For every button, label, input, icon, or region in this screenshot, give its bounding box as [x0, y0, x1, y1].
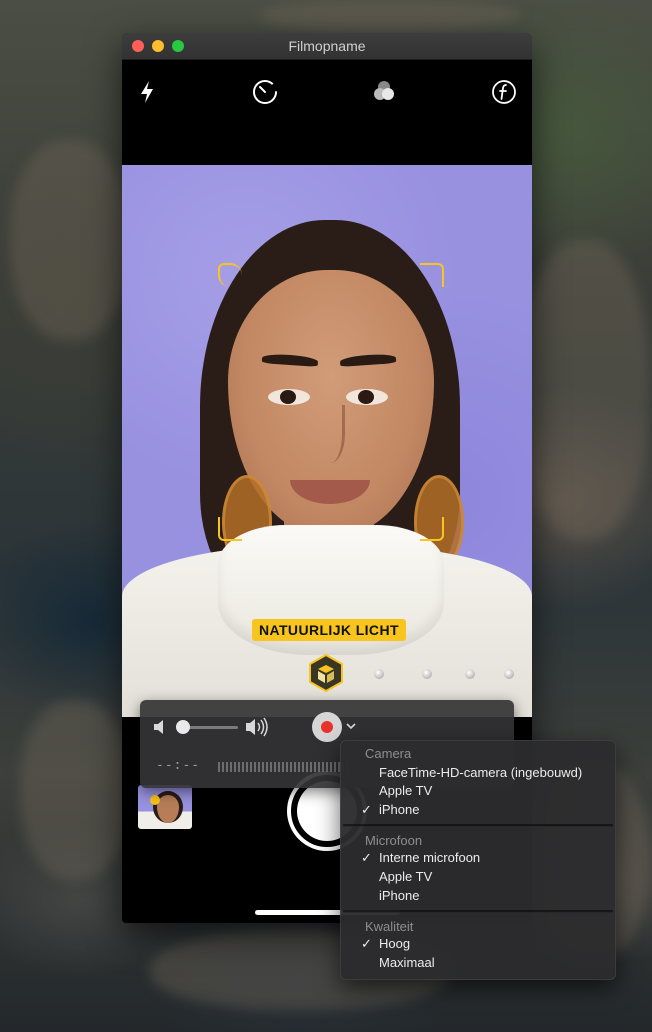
menu-header-quality: Kwaliteit [365, 919, 414, 934]
volume-slider-knob[interactable] [176, 720, 190, 734]
lighting-mode-label: NATUURLIJK LICHT [252, 619, 406, 641]
record-button[interactable] [312, 712, 342, 742]
check-mark-icon: ✓ [361, 936, 372, 951]
thumbnail-highlight [150, 795, 160, 805]
window-title: Filmopname [288, 38, 366, 54]
menu-header-microphone: Microfoon [365, 833, 423, 848]
lighting-option-dot[interactable] [465, 669, 475, 679]
recording-timecode: --:-- [156, 758, 201, 773]
right-eye [346, 389, 388, 405]
check-mark-icon: ✓ [361, 850, 372, 865]
options-chevron-down-icon[interactable] [345, 719, 357, 731]
menu-separator [343, 824, 613, 827]
aperture-icon[interactable] [489, 77, 519, 107]
nose [316, 405, 345, 463]
menu-item-mic-internal[interactable]: Interne microfoon [379, 849, 480, 867]
menu-separator [343, 910, 613, 913]
focus-bracket-bottom-left [218, 517, 242, 541]
recording-options-menu: Camera FaceTime-HD-camera (ingebouwd) Ap… [340, 740, 616, 980]
natural-light-cube-icon[interactable] [308, 653, 344, 693]
menu-item-camera-facetime[interactable]: FaceTime-HD-camera (ingebouwd) [379, 764, 582, 782]
menu-item-mic-iphone[interactable]: iPhone [379, 887, 419, 905]
last-photo-thumbnail[interactable] [138, 785, 192, 829]
volume-high-icon [244, 717, 270, 737]
menu-item-camera-apple-tv[interactable]: Apple TV [379, 782, 432, 800]
lighting-option-dot[interactable] [504, 669, 514, 679]
left-eye [268, 389, 310, 405]
menu-item-quality-high[interactable]: Hoog [379, 935, 410, 953]
camera-preview[interactable]: NATUURLIJK LICHT [122, 165, 532, 717]
focus-bracket-bottom-right [420, 517, 444, 541]
menu-item-camera-iphone[interactable]: iPhone [379, 801, 419, 819]
focus-bracket-top-left [218, 263, 242, 287]
timer-icon[interactable] [250, 77, 280, 107]
audio-level-meter [218, 762, 348, 772]
check-mark-icon: ✓ [361, 802, 372, 817]
menu-item-quality-maximum[interactable]: Maximaal [379, 954, 435, 972]
focus-bracket-top-right [420, 263, 444, 287]
menu-header-camera: Camera [365, 746, 412, 761]
flash-icon[interactable] [132, 77, 162, 107]
menu-item-mic-apple-tv[interactable]: Apple TV [379, 868, 432, 886]
lighting-option-dot[interactable] [374, 669, 384, 679]
volume-low-icon [152, 719, 172, 735]
title-bar[interactable]: Filmopname [122, 33, 532, 60]
filters-icon[interactable] [369, 77, 399, 107]
lighting-option-dot[interactable] [422, 669, 432, 679]
